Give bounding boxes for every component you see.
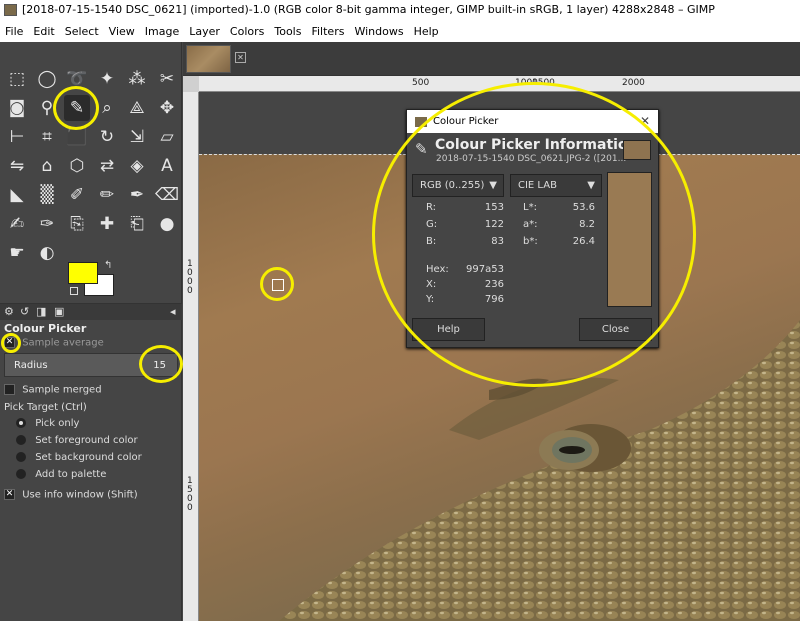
sample-average-label: Sample average	[22, 337, 104, 349]
menu-edit[interactable]: Edit	[28, 25, 59, 38]
pick-target-label: Pick Target (Ctrl)	[4, 402, 87, 413]
menu-tools[interactable]: Tools	[269, 25, 306, 38]
device-status-tab-icon[interactable]: ↺	[20, 305, 29, 318]
crop-tool-icon[interactable]: ⌗	[34, 124, 60, 150]
highlight-circle-dialog	[372, 82, 696, 387]
perspective-clone-tool-icon[interactable]: ⎗	[124, 211, 150, 237]
v-ruler-tick-label: 1500	[187, 476, 193, 513]
gradient-tool-icon[interactable]: ▒	[34, 182, 60, 208]
handle-transform-tool-icon[interactable]: ◈	[124, 153, 150, 179]
cage-transform-tool-icon[interactable]: ⬡	[64, 153, 90, 179]
menu-select[interactable]: Select	[60, 25, 104, 38]
heal-tool-icon[interactable]: ✚	[94, 211, 120, 237]
undo-history-tab-icon[interactable]: ◨	[36, 305, 46, 318]
menu-view[interactable]: View	[104, 25, 140, 38]
set-foreground-label: Set foreground color	[35, 435, 138, 446]
image-tab-thumbnail[interactable]	[186, 45, 231, 73]
menu-colors[interactable]: Colors	[225, 25, 269, 38]
sample-merged-label: Sample merged	[22, 384, 102, 396]
blur-sharpen-tool-icon[interactable]: ●	[154, 211, 180, 237]
default-colors-icon[interactable]	[70, 287, 78, 295]
ink-tool-icon[interactable]: ✍	[4, 211, 30, 237]
image-tabs-bar: ✕	[183, 42, 800, 76]
tool-options-tab-icon[interactable]: ⚙	[4, 305, 14, 318]
close-image-tab-icon[interactable]: ✕	[235, 52, 246, 63]
add-to-palette-radio[interactable]: Add to palette	[16, 469, 106, 480]
images-tab-icon[interactable]: ▣	[54, 305, 64, 318]
h-ruler-tick-label: 2000	[622, 78, 645, 88]
bucket-fill-tool-icon[interactable]: ◣	[4, 182, 30, 208]
radio-indicator[interactable]	[16, 435, 26, 445]
clone-tool-icon[interactable]: ⎘	[64, 211, 90, 237]
tool-options-title: Colour Picker	[4, 322, 87, 335]
dock-tabs: ⚙ ↺ ◨ ▣ ◂	[0, 303, 182, 320]
scissors-select-tool-icon[interactable]: ✂	[154, 66, 180, 92]
sample-merged-checkbox[interactable]	[4, 384, 15, 395]
pick-only-label: Pick only	[35, 418, 80, 429]
eraser-tool-icon[interactable]: ⌫	[154, 182, 180, 208]
use-info-window-row[interactable]: ✕ Use info window (Shift)	[4, 489, 138, 501]
vertical-ruler[interactable]: 1000 1500	[183, 92, 199, 621]
fuzzy-select-tool-icon[interactable]: ✦	[94, 66, 120, 92]
gimp-window: [2018-07-15-1540 DSC_0621] (imported)-1.…	[0, 0, 800, 621]
pencil-tool-icon[interactable]: ✏	[94, 182, 120, 208]
scale-tool-icon[interactable]: ⇲	[124, 124, 150, 150]
mypaint-brush-tool-icon[interactable]: ✑	[34, 211, 60, 237]
dodge-burn-tool-icon[interactable]: ◐	[34, 240, 60, 266]
perspective-tool-icon[interactable]: ⌂	[34, 153, 60, 179]
rotate-tool-icon[interactable]: ↻	[94, 124, 120, 150]
set-background-label: Set background color	[35, 452, 142, 463]
highlight-circle-tool	[53, 86, 99, 130]
menu-file[interactable]: File	[0, 25, 28, 38]
ruler-corner[interactable]	[183, 76, 199, 92]
menu-filters[interactable]: Filters	[306, 25, 349, 38]
measure-tool-icon[interactable]: ⟁	[124, 95, 150, 121]
use-info-window-checkbox[interactable]: ✕	[4, 489, 15, 500]
add-to-palette-label: Add to palette	[35, 469, 107, 480]
menubar: File Edit Select View Image Layer Colors…	[0, 20, 800, 42]
highlight-circle-sample	[260, 267, 294, 301]
configure-tab-icon[interactable]: ◂	[170, 305, 176, 318]
radius-label: Radius	[14, 360, 48, 371]
text-tool-icon[interactable]: A	[154, 153, 180, 179]
radio-indicator[interactable]	[16, 418, 26, 428]
menu-layer[interactable]: Layer	[184, 25, 225, 38]
move-tool-icon[interactable]: ✥	[154, 95, 180, 121]
radio-indicator[interactable]	[16, 452, 26, 462]
shear-tool-icon[interactable]: ▱	[154, 124, 180, 150]
use-info-window-label: Use info window (Shift)	[22, 489, 138, 501]
menu-help[interactable]: Help	[409, 25, 444, 38]
ellipse-select-tool-icon[interactable]: ◯	[34, 66, 60, 92]
foreground-select-tool-icon[interactable]: ◙	[4, 95, 30, 121]
paintbrush-tool-icon[interactable]: ✐	[64, 182, 90, 208]
v-ruler-tick-label: 1000	[187, 259, 193, 296]
smudge-tool-icon[interactable]: ☛	[4, 240, 30, 266]
radio-indicator[interactable]	[16, 469, 26, 479]
toolbox: ⬚ ◯ ➰ ✦ ⁂ ✂ ◙ ⚲ ✎ ⌕ ⟁ ✥ ⊢ ⌗ ⬛ ↻ ⇲ ▱ ⇋ ⌂ ⬡ ⇄ ◈ A ◣ ▒ ✐ ✏ ✒ ⌫ ✍ ✑ ⎘ ✚ ⎗ ● ☛ ◐ ↰…	[0, 42, 182, 621]
by-color-select-tool-icon[interactable]: ⁂	[124, 66, 150, 92]
highlight-circle-sample-average	[1, 333, 21, 353]
swap-colors-icon[interactable]: ↰	[104, 260, 112, 271]
set-background-radio[interactable]: Set background color	[16, 452, 142, 463]
highlight-circle-radius	[139, 345, 183, 383]
menu-image[interactable]: Image	[140, 25, 184, 38]
gimp-app-icon	[4, 4, 17, 16]
pick-only-radio[interactable]: Pick only	[16, 418, 79, 429]
align-tool-icon[interactable]: ⊢	[4, 124, 30, 150]
rect-select-tool-icon[interactable]: ⬚	[4, 66, 30, 92]
window-titlebar: [2018-07-15-1540 DSC_0621] (imported)-1.…	[0, 0, 800, 20]
flip-tool-icon[interactable]: ⇋	[4, 153, 30, 179]
warp-transform-tool-icon[interactable]: ⇄	[94, 153, 120, 179]
menu-windows[interactable]: Windows	[349, 25, 408, 38]
window-title: [2018-07-15-1540 DSC_0621] (imported)-1.…	[22, 3, 715, 16]
set-foreground-radio[interactable]: Set foreground color	[16, 435, 138, 446]
foreground-color-swatch[interactable]	[68, 262, 98, 284]
sample-merged-row[interactable]: Sample merged	[4, 384, 102, 396]
h-ruler-tick-label: 500	[412, 78, 430, 88]
airbrush-tool-icon[interactable]: ✒	[124, 182, 150, 208]
